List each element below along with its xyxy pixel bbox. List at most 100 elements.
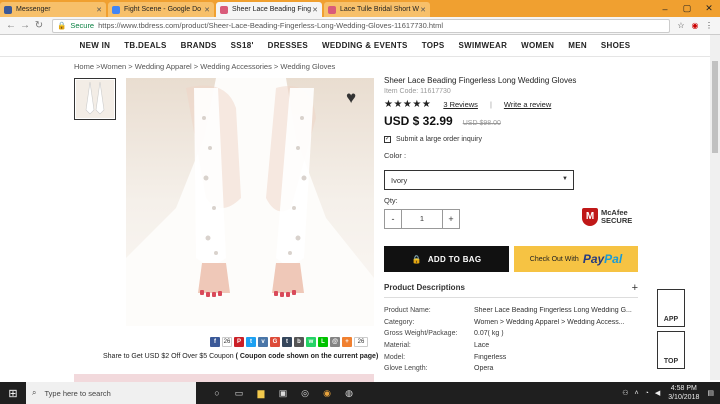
product-main-image[interactable] — [126, 78, 374, 326]
breadcrumb-accessories[interactable]: Wedding Accessories > — [198, 62, 278, 71]
paypal-checkout-button[interactable]: Check Out With PayPal — [514, 246, 638, 272]
cortana-icon[interactable]: ○ — [206, 388, 228, 399]
paypal-logo: PayPal — [583, 252, 622, 266]
clock-time: 4:58 PM — [670, 385, 697, 392]
back-icon[interactable]: ← — [4, 20, 18, 31]
close-icon[interactable]: ✕ — [312, 6, 318, 14]
task-view-icon[interactable]: ▭ — [228, 388, 250, 399]
lock-icon: 🔒 — [411, 254, 422, 264]
share-coupon-text: Share to Get USD $2 Off Over $5 Coupon (… — [103, 353, 378, 360]
breadcrumb-apparel[interactable]: Wedding Apparel > — [133, 62, 198, 71]
store-icon[interactable]: ▣ — [272, 388, 294, 399]
clock[interactable]: 4:58 PM 3/10/2018 — [668, 384, 699, 402]
app-icon[interactable]: ◍ — [338, 388, 360, 399]
pinterest-share-icon[interactable]: P — [234, 337, 244, 347]
expand-icon: + — [631, 281, 638, 294]
nav-new-in[interactable]: NEW IN — [80, 41, 111, 50]
nav-shoes[interactable]: SHOES — [601, 41, 631, 50]
vk-share-icon[interactable]: v — [258, 337, 268, 347]
app-button[interactable]: APP — [657, 289, 685, 327]
product-thumbnail[interactable] — [74, 78, 116, 120]
color-select[interactable]: Ivory ▼ — [384, 170, 574, 190]
url-input[interactable]: 🔒 Secure https://www.tbdress.com/product… — [52, 18, 670, 33]
notifications-icon[interactable]: ▤ — [707, 389, 714, 397]
breadcrumb: Home >Women > Wedding Apparel > Wedding … — [74, 62, 335, 71]
extension-icon[interactable]: ◉ — [688, 21, 702, 30]
tab-google-docs[interactable]: Fight Scene - Google Do ✕ — [108, 2, 214, 17]
whatsapp-share-icon[interactable]: w — [306, 337, 316, 347]
nav-tops[interactable]: TOPS — [422, 41, 445, 50]
qty-increase-button[interactable]: + — [442, 209, 460, 229]
twitter-share-icon[interactable]: t — [246, 337, 256, 347]
reviews-link[interactable]: 3 Reviews — [443, 100, 478, 109]
nav-tb-deals[interactable]: TB.DEALS — [124, 41, 166, 50]
breadcrumb-women[interactable]: Women > — [100, 62, 132, 71]
spec-key: Product Name: — [384, 307, 431, 315]
taskbar-apps: ○ ▭ ▆ ▣ ◎ ◉ ◍ — [206, 388, 360, 399]
nav-men[interactable]: MEN — [568, 41, 587, 50]
tumblr-share-icon[interactable]: t — [282, 337, 292, 347]
add-to-bag-button[interactable]: 🔒 ADD TO BAG — [384, 246, 509, 272]
email-share-icon[interactable]: @ — [330, 337, 340, 347]
breadcrumb-home[interactable]: Home > — [74, 62, 100, 71]
nav-ss18[interactable]: SS18' — [231, 41, 254, 50]
spec-key: Glove Length: — [384, 365, 428, 373]
nav-dresses[interactable]: DRESSES — [268, 41, 308, 50]
forward-icon[interactable]: → — [18, 20, 32, 31]
tab-product[interactable]: Sheer Lace Beading Fing ✕ — [216, 2, 322, 17]
paypal-logo-part1: Pay — [582, 252, 605, 266]
taskbar-search-input[interactable]: ⌕ Type here to search — [26, 382, 196, 404]
page-scrollbar[interactable] — [710, 35, 720, 380]
spec-value: 0.07( kg ) — [474, 330, 504, 338]
facebook-share-icon[interactable]: f — [210, 337, 220, 347]
file-explorer-icon[interactable]: ▆ — [250, 388, 272, 399]
qty-input[interactable]: 1 — [402, 209, 442, 229]
chrome-icon[interactable]: ◉ — [316, 388, 338, 399]
nav-brands[interactable]: BRANDS — [181, 41, 217, 50]
caret-down-icon: ▼ — [562, 176, 568, 182]
tab-messenger[interactable]: Messenger ✕ — [0, 2, 106, 17]
mcafee-text: McAfee SECURE — [601, 209, 632, 225]
spec-row: Material: Lace — [384, 340, 640, 352]
color-label: Color : — [384, 151, 407, 160]
spec-key: Model: — [384, 353, 406, 361]
qty-decrease-button[interactable]: - — [384, 209, 402, 229]
nav-wedding-events[interactable]: WEDDING & EVENTS — [322, 41, 408, 50]
people-icon[interactable]: ⚇ — [622, 389, 628, 397]
divider: | — [489, 100, 492, 109]
google-plus-share-icon[interactable]: G — [270, 337, 280, 347]
minimize-icon[interactable]: – — [654, 4, 676, 14]
volume-icon[interactable]: ◀ — [655, 389, 660, 397]
nav-swimwear[interactable]: SWIMWEAR — [459, 41, 508, 50]
spec-row: Product Name: Sheer Lace Beading Fingerl… — [384, 305, 640, 317]
descriptions-title: Product Descriptions — [384, 283, 465, 292]
close-window-icon[interactable]: ✕ — [698, 3, 720, 14]
close-icon[interactable]: ✕ — [96, 6, 102, 14]
bulk-inquiry-link[interactable]: ✓ Submit a large order inquiry — [384, 136, 640, 143]
share-total-count: 26 — [354, 337, 368, 347]
wishlist-heart-icon[interactable]: ♥ — [346, 88, 356, 108]
tray-arrow-icon[interactable]: ˄ — [635, 390, 639, 397]
product-descriptions-header[interactable]: Product Descriptions + — [384, 278, 638, 298]
line-share-icon[interactable]: L — [318, 337, 328, 347]
maximize-icon[interactable]: ▢ — [676, 3, 698, 14]
scrollbar-thumb[interactable] — [712, 61, 718, 153]
media-icon[interactable]: ◎ — [294, 388, 316, 399]
bookmark-star-icon[interactable]: ☆ — [674, 21, 688, 30]
back-to-top-button[interactable]: TOP — [657, 331, 685, 369]
windows-start-icon[interactable]: ⊞ — [0, 387, 26, 400]
close-icon[interactable]: ✕ — [204, 6, 210, 14]
nav-women[interactable]: WOMEN — [521, 41, 554, 50]
close-icon[interactable]: ✕ — [420, 6, 426, 14]
tab-lace-dress[interactable]: Lace Tulle Bridal Short W ✕ — [324, 2, 430, 17]
menu-icon[interactable]: ⋮ — [702, 21, 716, 30]
mcafee-secure-badge[interactable]: M McAfee SECURE — [582, 208, 632, 226]
network-icon[interactable]: ◔ — [645, 390, 649, 397]
facebook-icon — [4, 5, 12, 14]
reload-icon[interactable]: ↻ — [32, 20, 46, 31]
write-review-link[interactable]: Write a review — [504, 100, 551, 109]
more-share-icon[interactable]: + — [342, 337, 352, 347]
spec-key: Gross Weight/Package: — [384, 330, 458, 338]
taskbar-search-placeholder: Type here to search — [44, 388, 111, 398]
blogger-share-icon[interactable]: b — [294, 337, 304, 347]
